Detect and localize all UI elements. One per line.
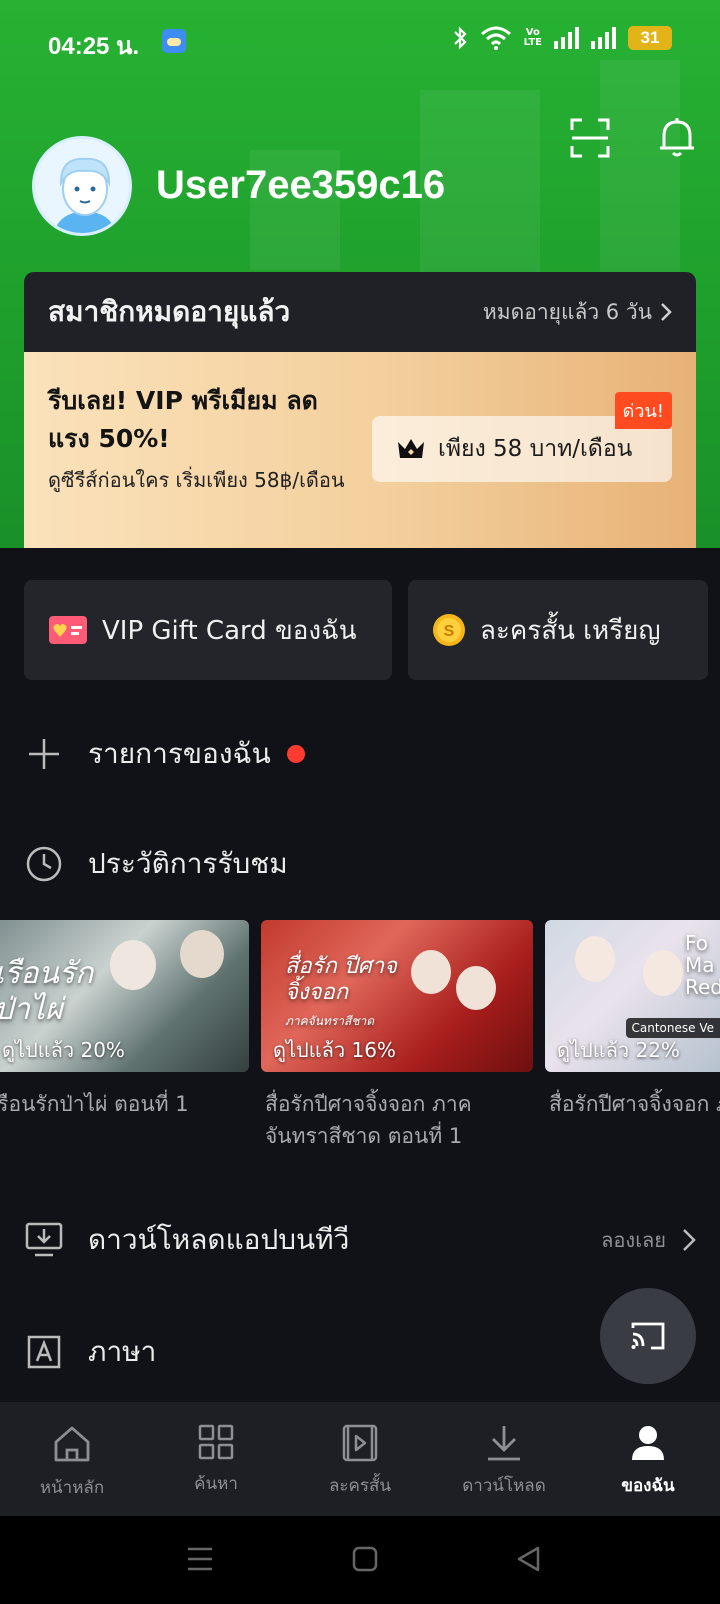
- expiry-text: หมดอายุแล้ว 6 วัน: [482, 299, 652, 324]
- home-icon: [54, 1426, 90, 1462]
- avatar[interactable]: [32, 136, 132, 236]
- try-now-label: ลองเลย: [601, 1228, 666, 1252]
- price-label: เพียง 58 บาท/เดือน: [438, 436, 633, 462]
- profile-icon: [632, 1426, 664, 1460]
- promo-subtitle: ดูซีรีส์ก่อนใคร เริ่มเพียง 58฿/เดือน: [48, 468, 345, 492]
- cast-icon: [631, 1322, 665, 1350]
- watch-history-list: เรือนรัก ป่าไผ่ ดูไปแล้ว 20% เรือนรักป่า…: [0, 920, 720, 1160]
- membership-header[interactable]: สมาชิกหมดอายุแล้ว หมดอายุแล้ว 6 วัน: [24, 272, 696, 352]
- clock-icon: [24, 844, 64, 884]
- system-navigation-bar: [0, 1516, 720, 1604]
- status-time: 04:25 น.: [48, 33, 140, 60]
- history-caption: สื่อรักปีศาจจิ้งจอก ภาค จันทราสีชาด เวอร…: [549, 1092, 720, 1116]
- gift-card-label: VIP Gift Card ของฉัน: [102, 615, 357, 646]
- svg-text:S: S: [444, 623, 455, 640]
- username: User7ee359c16: [156, 163, 446, 207]
- tv-app-row[interactable]: ดาวน์โหลดแอปบนทีวี ลองเลย: [24, 1210, 696, 1270]
- history-thumbnail[interactable]: สื่อรัก ปีศาจจิ้งจอก ภาคจันทราสีชาด ดูไป…: [261, 920, 533, 1072]
- notification-dot: [286, 745, 305, 763]
- cast-button[interactable]: [600, 1288, 696, 1384]
- watch-progress: ดูไปแล้ว 20%: [2, 1038, 125, 1062]
- nav-label: ของฉัน: [621, 1476, 675, 1496]
- watch-history-row[interactable]: ประวัติการรับชม: [24, 834, 696, 894]
- thumbnail-title-art: Fo Ma Red: [685, 931, 720, 999]
- nav-download[interactable]: ดาวน์โหลด: [432, 1402, 576, 1516]
- crown-icon: [398, 439, 424, 458]
- bottom-navigation: หน้าหลัก ค้นหา ละครสั้น ดาวน์โหลด ของฉัน: [0, 1402, 720, 1516]
- home-button-icon[interactable]: [352, 1546, 378, 1572]
- wifi-icon: [480, 26, 511, 50]
- bluetooth-icon: [453, 26, 467, 50]
- language-label: ภาษา: [88, 1335, 157, 1368]
- volte-indicator: Vo LTE: [523, 27, 542, 48]
- back-icon[interactable]: [516, 1546, 540, 1572]
- recent-apps-icon[interactable]: [186, 1546, 214, 1572]
- coin-icon: S: [433, 614, 465, 646]
- try-now-link[interactable]: ลองเลย: [601, 1224, 696, 1256]
- chevron-right-icon: [661, 303, 672, 321]
- avatar-illustration: [35, 139, 129, 233]
- nav-label: หน้าหลัก: [39, 1478, 105, 1498]
- membership-expiry[interactable]: หมดอายุแล้ว 6 วัน: [483, 296, 672, 329]
- nav-home[interactable]: หน้าหลัก: [0, 1402, 144, 1516]
- thumbnail-figure: [411, 950, 451, 994]
- my-list-label: รายการของฉัน: [88, 737, 271, 770]
- thumbnail-figure: [575, 936, 615, 982]
- watch-progress: ดูไปแล้ว 16%: [273, 1038, 396, 1062]
- battery-indicator: 31: [628, 26, 672, 50]
- language-row[interactable]: ภาษา: [24, 1322, 696, 1382]
- nav-short-drama[interactable]: ละครสั้น: [288, 1402, 432, 1516]
- thumbnail-figure: [180, 930, 224, 978]
- nav-label: ค้นหา: [194, 1474, 238, 1494]
- watch-progress: ดูไปแล้ว 22%: [557, 1038, 680, 1062]
- membership-card[interactable]: สมาชิกหมดอายุแล้ว หมดอายุแล้ว 6 วัน รีบเ…: [24, 272, 696, 548]
- grid-icon: [198, 1424, 234, 1460]
- watch-history-label: ประวัติการรับชม: [88, 847, 288, 880]
- plus-icon: [24, 734, 64, 774]
- nav-label: ดาวน์โหลด: [462, 1476, 546, 1496]
- chevron-right-icon: [683, 1229, 696, 1251]
- language-icon: [24, 1332, 64, 1372]
- thumbnail-figure: [110, 940, 156, 990]
- membership-title: สมาชิกหมดอายุแล้ว: [48, 295, 291, 328]
- bell-icon[interactable]: [658, 116, 696, 158]
- promo-title: รีบเลย! VIP พรีเมียม ลดแรง 50%!: [48, 386, 318, 453]
- coins-label: ละครสั้น เหรียญ: [480, 615, 661, 646]
- urgent-badge: ด่วน!: [614, 392, 672, 429]
- history-caption: เรือนรักป่าไผ่ ตอนที่ 1: [0, 1092, 189, 1116]
- thumbnail-figure: [456, 966, 496, 1010]
- history-caption: สื่อรักปีศาจจิ้งจอก ภาค จันทราสีชาด ตอนท…: [265, 1092, 472, 1148]
- my-list-row[interactable]: รายการของฉัน: [24, 724, 696, 784]
- tv-app-label: ดาวน์โหลดแอปบนทีวี: [88, 1223, 350, 1256]
- profile-header: 04:25 น. Vo LTE 31 User7ee359c16 สมาชิกห…: [0, 0, 720, 548]
- thumbnail-title-art: เรือนรัก ป่าไผ่: [0, 956, 94, 1027]
- nav-label: ละครสั้น: [328, 1476, 392, 1496]
- thumbnail-subtitle-art: ภาคจันทราสีชาด: [285, 1014, 375, 1028]
- nav-profile[interactable]: ของฉัน: [576, 1402, 720, 1516]
- gift-card-icon: [49, 616, 87, 644]
- thumbnail-title-art: สื่อรัก ปีศาจจิ้งจอก: [285, 954, 397, 1005]
- vip-gift-card-button[interactable]: VIP Gift Card ของฉัน: [24, 580, 392, 680]
- promo-banner[interactable]: รีบเลย! VIP พรีเมียม ลดแรง 50%! ดูซีรีส์…: [24, 352, 696, 548]
- scan-icon[interactable]: [570, 118, 610, 158]
- thumbnail-figure: [643, 950, 683, 996]
- history-thumbnail[interactable]: Fo Ma Red Cantonese Ve ดูไปแล้ว 22%: [545, 920, 720, 1072]
- status-bar: 04:25 น. Vo LTE 31: [0, 22, 720, 62]
- coins-button[interactable]: S ละครสั้น เหรียญ: [408, 580, 708, 680]
- history-thumbnail[interactable]: เรือนรัก ป่าไผ่ ดูไปแล้ว 20%: [0, 920, 249, 1072]
- tv-download-icon: [24, 1220, 64, 1260]
- weather-icon: [162, 29, 186, 53]
- nav-search[interactable]: ค้นหา: [144, 1402, 288, 1516]
- signal-icon: [591, 27, 616, 49]
- status-icons: Vo LTE 31: [452, 26, 672, 50]
- short-drama-icon: [342, 1424, 378, 1462]
- signal-icon: [554, 27, 579, 49]
- wallet-row: VIP Gift Card ของฉัน S ละครสั้น เหรียญ: [24, 580, 708, 680]
- download-icon: [488, 1426, 520, 1461]
